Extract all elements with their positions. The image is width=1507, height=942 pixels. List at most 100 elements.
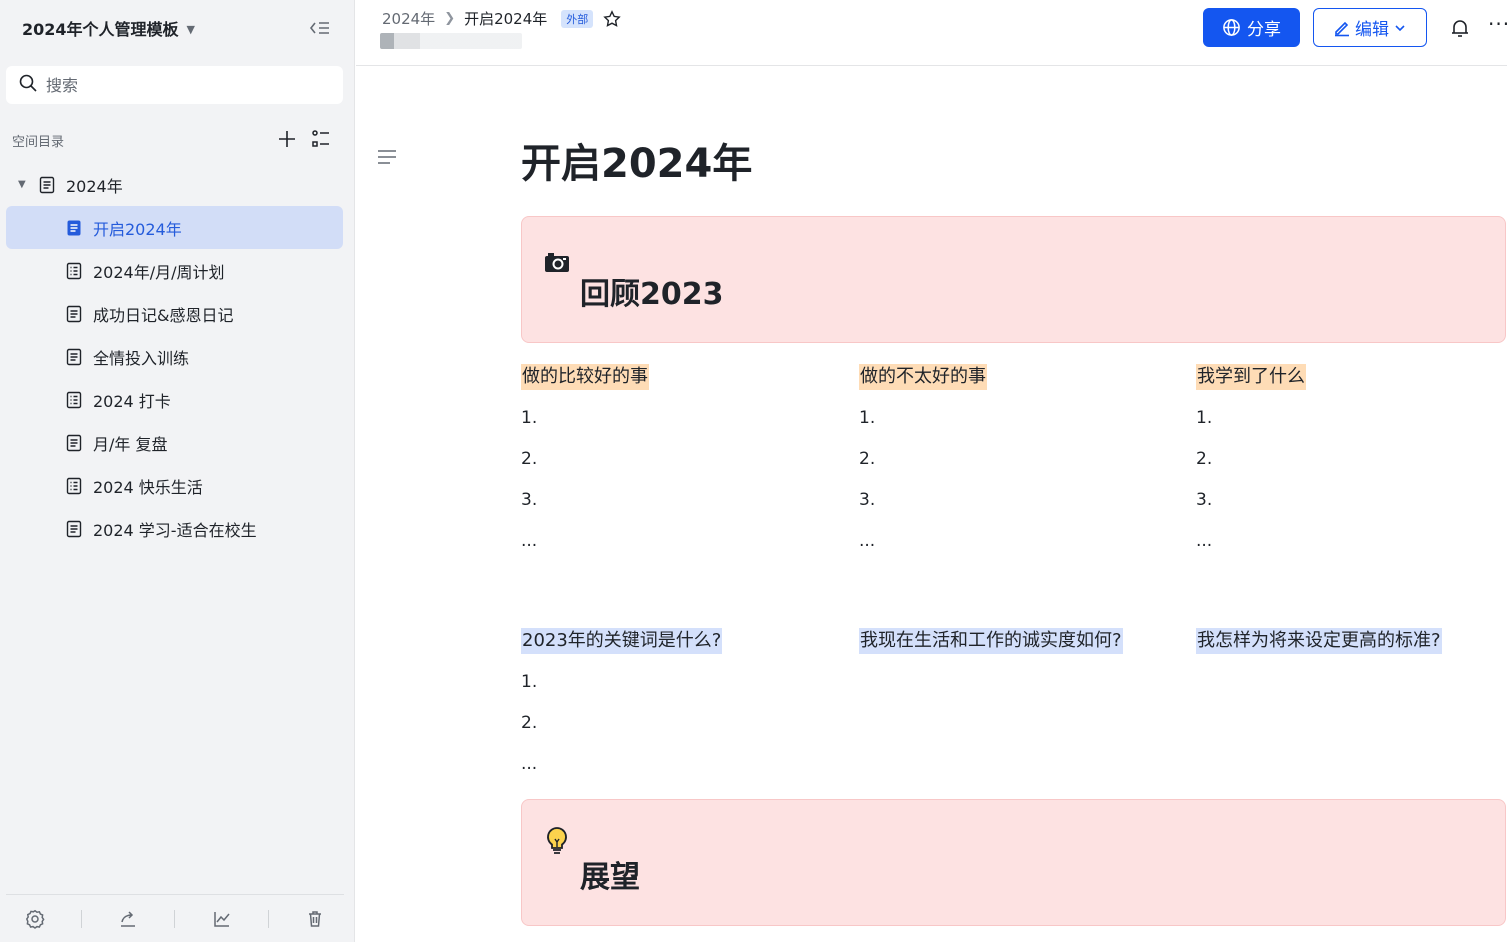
tree-item-review[interactable]: 月/年 复盘 bbox=[6, 421, 343, 464]
directory-tree: ▼ 2024年 开启2024年 2024年/月/周计划 成功日记&感恩日记 全情… bbox=[6, 163, 343, 550]
breadcrumb-current: 开启2024年 bbox=[464, 10, 548, 28]
share-button[interactable]: 分享 bbox=[1203, 8, 1300, 47]
camera-icon bbox=[542, 247, 572, 277]
list-item: 2. bbox=[521, 713, 538, 733]
directory-options-icon[interactable] bbox=[310, 128, 332, 150]
search-icon bbox=[18, 73, 38, 97]
pencil-icon bbox=[1335, 21, 1349, 36]
search-box[interactable] bbox=[6, 66, 343, 104]
tree-item-2024[interactable]: ▼ 2024年 bbox=[6, 163, 343, 206]
divider bbox=[80, 909, 82, 928]
column-label: 做的比较好的事 bbox=[521, 364, 649, 390]
list-item: ... bbox=[1196, 531, 1213, 551]
search-input[interactable] bbox=[46, 75, 316, 95]
column-label: 做的不太好的事 bbox=[859, 364, 987, 390]
tree-item-label: 开启2024年 bbox=[93, 219, 182, 239]
space-title: 2024年个人管理模板 bbox=[22, 20, 179, 39]
tree-item-study[interactable]: 2024 学习-适合在校生 bbox=[6, 507, 343, 550]
lightbulb-icon bbox=[544, 826, 574, 856]
chevron-right-icon: ❯ bbox=[444, 11, 456, 26]
divider bbox=[174, 909, 176, 928]
question-label: 我怎样为将来设定更高的标准? bbox=[1196, 628, 1442, 654]
question-label: 我现在生活和工作的诚实度如何? bbox=[859, 628, 1123, 654]
list-item: 1. bbox=[521, 408, 538, 428]
callout-outlook: 展望 bbox=[521, 799, 1506, 926]
column-label: 我学到了什么 bbox=[1196, 364, 1306, 390]
external-badge: 外部 bbox=[561, 9, 594, 28]
question-label: 2023年的关键词是什么? bbox=[521, 628, 723, 654]
list-item: 2. bbox=[1196, 449, 1213, 469]
sidebar-footer bbox=[6, 894, 344, 942]
list-item: 2. bbox=[521, 449, 538, 469]
column-standards: 我怎样为将来设定更高的标准? bbox=[1196, 628, 1507, 654]
table-doc-icon bbox=[65, 477, 83, 495]
doc-header: 2024年 ❯ 开启2024年 外部 分享 编辑 ··· bbox=[356, 0, 1507, 66]
column-good-things: 做的比较好的事 1. 2. 3. ... bbox=[521, 364, 841, 554]
tree-item-training[interactable]: 全情投入训练 bbox=[6, 335, 343, 378]
chevron-down-icon bbox=[1395, 24, 1405, 31]
tree-item-checkin[interactable]: 2024 打卡 bbox=[6, 378, 343, 421]
list-item: ... bbox=[859, 531, 876, 551]
list-item: 3. bbox=[859, 490, 876, 510]
breadcrumb-parent[interactable]: 2024年 bbox=[382, 8, 435, 29]
list-item: 1. bbox=[859, 408, 876, 428]
table-doc-icon bbox=[65, 391, 83, 409]
list-item: 1. bbox=[521, 672, 538, 692]
list-item: ... bbox=[521, 531, 538, 551]
list-item: ... bbox=[521, 754, 538, 774]
share-out-icon[interactable] bbox=[117, 908, 139, 930]
list-item: 3. bbox=[1196, 490, 1213, 510]
table-doc-icon bbox=[65, 262, 83, 280]
edit-button[interactable]: 编辑 bbox=[1313, 8, 1427, 47]
doc-icon bbox=[65, 520, 83, 538]
tree-item-diary[interactable]: 成功日记&感恩日记 bbox=[6, 292, 343, 335]
add-page-icon[interactable] bbox=[276, 128, 298, 150]
tree-item-label: 2024 学习-适合在校生 bbox=[93, 520, 257, 540]
tree-item-label: 成功日记&感恩日记 bbox=[93, 305, 234, 325]
tree-item-happy[interactable]: 2024 快乐生活 bbox=[6, 464, 343, 507]
more-options-icon[interactable]: ··· bbox=[1488, 12, 1507, 36]
list-item: 3. bbox=[521, 490, 538, 510]
column-learned: 我学到了什么 1. 2. 3. ... bbox=[1196, 364, 1507, 554]
tree-item-open-2024[interactable]: 开启2024年 bbox=[6, 206, 343, 249]
outline-toggle-icon[interactable] bbox=[376, 146, 398, 168]
expand-caret-icon[interactable]: ▼ bbox=[18, 179, 32, 190]
directory-label: 空间目录 bbox=[12, 135, 65, 150]
doc-icon bbox=[65, 348, 83, 366]
notification-bell-icon[interactable] bbox=[1448, 16, 1472, 40]
column-keywords: 2023年的关键词是什么? 1. 2. ... bbox=[521, 628, 841, 777]
list-item: 2. bbox=[859, 449, 876, 469]
tree-item-label: 2024 快乐生活 bbox=[93, 477, 203, 497]
tree-item-label: 2024年 bbox=[66, 176, 123, 196]
callout-review: 回顾2023 bbox=[521, 216, 1506, 343]
divider bbox=[268, 909, 270, 928]
doc-icon bbox=[65, 219, 83, 237]
collapse-sidebar-icon[interactable] bbox=[308, 16, 332, 40]
breadcrumb: 2024年 ❯ 开启2024年 外部 bbox=[382, 8, 621, 29]
callout-heading: 回顾2023 bbox=[580, 277, 724, 312]
doc-icon bbox=[65, 434, 83, 452]
caret-down-icon: ▼ bbox=[186, 23, 196, 36]
settings-icon[interactable] bbox=[24, 908, 46, 930]
doc-icon bbox=[38, 176, 56, 194]
space-title-dropdown[interactable]: 2024年个人管理模板 ▼ bbox=[22, 16, 195, 40]
trash-icon[interactable] bbox=[304, 908, 326, 930]
tree-item-label: 全情投入训练 bbox=[93, 348, 190, 368]
analytics-icon[interactable] bbox=[211, 908, 233, 930]
doc-icon bbox=[65, 305, 83, 323]
list-item: 1. bbox=[1196, 408, 1213, 428]
tree-item-plan[interactable]: 2024年/月/周计划 bbox=[6, 249, 343, 292]
tree-item-label: 2024年/月/周计划 bbox=[93, 262, 225, 282]
globe-icon bbox=[1223, 19, 1240, 36]
sidebar: 2024年个人管理模板 ▼ 空间目录 ▼ 2024年 bbox=[0, 0, 355, 942]
page-title: 开启2024年 bbox=[521, 141, 753, 187]
tree-item-label: 月/年 复盘 bbox=[93, 434, 168, 454]
app-window: 2024年个人管理模板 ▼ 空间目录 ▼ 2024年 bbox=[0, 0, 1507, 942]
blurred-author-info bbox=[380, 33, 522, 49]
tree-item-label: 2024 打卡 bbox=[93, 391, 171, 411]
column-honesty: 我现在生活和工作的诚实度如何? bbox=[859, 628, 1179, 654]
share-label: 分享 bbox=[1247, 20, 1281, 40]
star-icon[interactable] bbox=[603, 9, 621, 28]
edit-label: 编辑 bbox=[1355, 20, 1389, 40]
column-bad-things: 做的不太好的事 1. 2. 3. ... bbox=[859, 364, 1179, 554]
